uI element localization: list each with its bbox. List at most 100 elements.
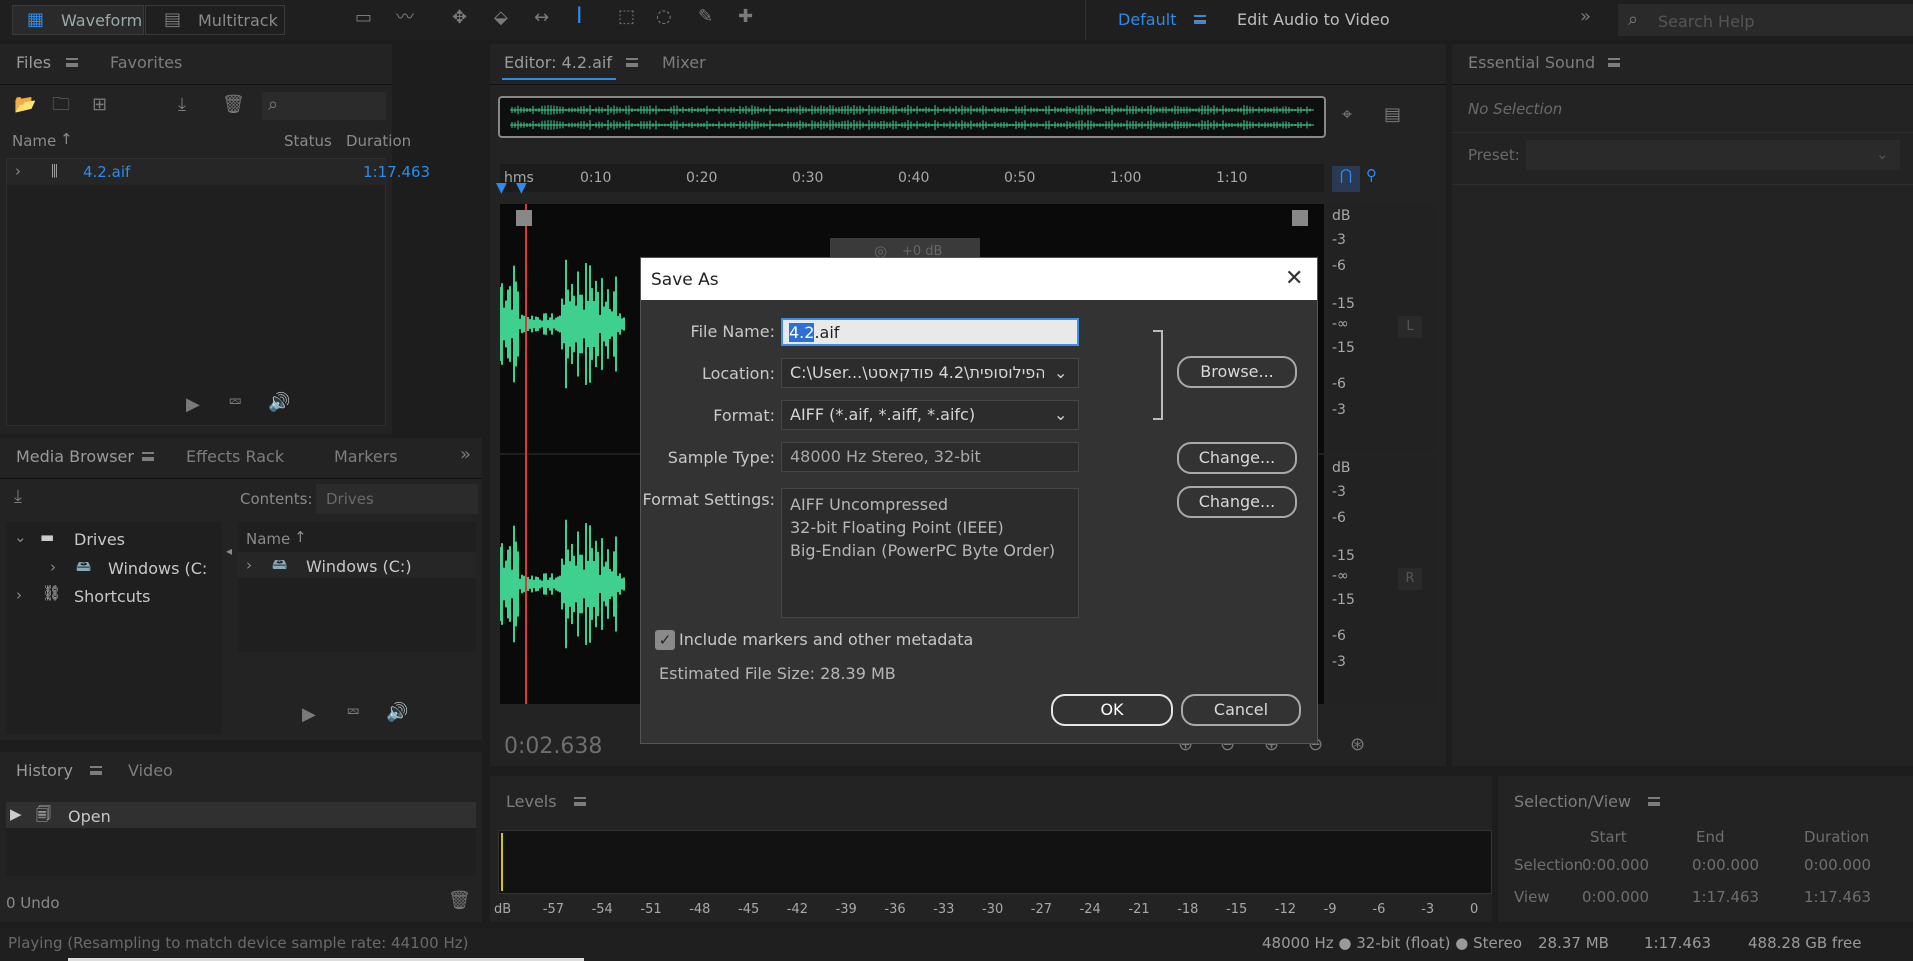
spectral-pitch-icon[interactable]: 〰 xyxy=(396,9,414,27)
open-append-icon[interactable]: 🗀 xyxy=(52,96,70,114)
preset-dropdown[interactable]: ⌄ xyxy=(1526,140,1900,170)
resize-handle[interactable]: ◂ xyxy=(226,544,232,558)
dialog-titlebar[interactable]: Save As ✕ xyxy=(641,258,1317,300)
spot-healing-icon[interactable]: ✚ xyxy=(738,8,753,26)
playhead-marker[interactable]: ▼ xyxy=(496,180,507,196)
tab-mixer[interactable]: Mixer xyxy=(662,53,706,72)
channel-l-button[interactable]: L xyxy=(1398,316,1422,338)
selection-view-menu-icon[interactable] xyxy=(1648,797,1660,806)
open-file-icon[interactable]: 📂 xyxy=(14,96,36,114)
loop-icon[interactable]: ⮹ xyxy=(346,704,360,722)
import-icon[interactable]: ⤓ xyxy=(178,96,186,114)
contents-dropdown[interactable]: Drives xyxy=(316,484,478,514)
loop-icon[interactable]: ⮹ xyxy=(228,394,242,412)
expand-chevron-icon[interactable]: › xyxy=(15,162,21,180)
tab-video[interactable]: Video xyxy=(128,761,173,780)
sel-end[interactable]: 0:00.000 xyxy=(1692,856,1759,874)
include-markers-label[interactable]: Include markers and other metadata xyxy=(679,630,973,649)
marker-pin-icon[interactable]: ⚲ xyxy=(1366,166,1377,184)
fade-in-handle[interactable] xyxy=(516,210,532,226)
history-item[interactable]: ▶ 🗐 Open xyxy=(6,802,476,828)
tab-files[interactable]: Files xyxy=(16,53,51,72)
multitrack-button[interactable]: ▤ Multitrack xyxy=(145,5,285,35)
overview-bar[interactable] xyxy=(498,96,1326,138)
essential-sound-menu-icon[interactable] xyxy=(1608,58,1620,67)
include-markers-checkbox[interactable]: ✓ xyxy=(655,630,675,650)
spectral-frequency-icon[interactable]: ▭ xyxy=(355,9,372,27)
selection-view-title[interactable]: Selection/View xyxy=(1514,792,1631,811)
tree-collapse-icon[interactable]: ⌄ xyxy=(14,528,27,546)
browse-button[interactable]: Browse... xyxy=(1177,356,1297,388)
sel-duration[interactable]: 0:00.000 xyxy=(1804,856,1871,874)
playhead-marker[interactable]: ▼ xyxy=(516,180,527,196)
panel-options-icon[interactable]: ▤ xyxy=(1384,106,1401,124)
cancel-button[interactable]: Cancel xyxy=(1181,694,1301,726)
ok-button[interactable]: OK xyxy=(1051,694,1173,726)
tab-effects-rack[interactable]: Effects Rack xyxy=(186,447,284,466)
col-status-header[interactable]: Status xyxy=(284,132,332,150)
list-item[interactable]: › 🖴 Windows (C:) xyxy=(238,552,476,578)
workspace-menu-icon[interactable] xyxy=(1194,15,1206,24)
tab-media-browser[interactable]: Media Browser xyxy=(16,447,134,466)
time-display[interactable]: 0:02.638 xyxy=(504,734,602,759)
tree-shortcuts[interactable]: Shortcuts xyxy=(74,587,150,606)
format-dropdown[interactable]: AIFF (*.aif, *.aiff, *.aifc) ⌄ xyxy=(781,400,1079,430)
delete-icon[interactable]: 🗑 xyxy=(222,96,245,114)
channel-r-button[interactable]: R xyxy=(1398,568,1422,590)
tab-history[interactable]: History xyxy=(16,761,73,780)
tree-expand-icon[interactable]: › xyxy=(246,556,252,574)
snap-magnet-icon[interactable]: ⋂ xyxy=(1332,166,1360,192)
file-row[interactable]: › ⫼ 4.2.aif 1:17.463 xyxy=(7,159,430,185)
tree-windows[interactable]: Windows (C: xyxy=(108,559,207,578)
delete-icon[interactable]: 🗑 xyxy=(448,892,471,910)
time-selection-tool-icon[interactable]: I xyxy=(576,6,583,28)
marquee-tool-icon[interactable]: ⬚ xyxy=(618,8,635,26)
import-icon[interactable]: ⤓ xyxy=(14,488,22,506)
tree-expand-icon[interactable]: › xyxy=(50,558,56,576)
view-start[interactable]: 0:00.000 xyxy=(1582,888,1649,906)
change-sample-type-button[interactable]: Change... xyxy=(1177,442,1297,474)
search-help-field[interactable]: ⌕ Search Help xyxy=(1618,4,1913,36)
col-duration-header[interactable]: Duration xyxy=(346,132,411,150)
close-icon[interactable]: ✕ xyxy=(1285,266,1303,291)
view-end[interactable]: 1:17.463 xyxy=(1692,888,1759,906)
location-dropdown[interactable]: C:\User...\ומשנתו הפילוסופית\4.2 פודקאסט… xyxy=(781,358,1079,388)
media-browser-menu-icon[interactable] xyxy=(142,452,154,461)
overflow-chevron-icon[interactable]: » xyxy=(460,446,471,464)
new-file-icon[interactable]: ⊞ xyxy=(92,96,107,114)
files-search-field[interactable]: ⌕ xyxy=(262,92,386,120)
levels-title[interactable]: Levels xyxy=(506,792,557,811)
view-duration[interactable]: 1:17.463 xyxy=(1804,888,1871,906)
tab-markers[interactable]: Markers xyxy=(334,447,398,466)
tree-drives[interactable]: Drives xyxy=(74,530,125,549)
sel-start[interactable]: 0:00.000 xyxy=(1582,856,1649,874)
change-format-settings-button[interactable]: Change... xyxy=(1177,486,1297,518)
autoplay-speaker-icon[interactable]: 🔊 xyxy=(268,394,290,412)
play-icon[interactable]: ▶ xyxy=(302,706,316,724)
essential-sound-title[interactable]: Essential Sound xyxy=(1468,53,1595,72)
lasso-tool-icon[interactable]: ◌ xyxy=(656,8,672,26)
tab-favorites[interactable]: Favorites xyxy=(110,53,182,72)
slip-tool-icon[interactable]: ↔ xyxy=(534,9,549,27)
overflow-chevron-icon[interactable]: » xyxy=(1580,8,1591,26)
autoplay-speaker-icon[interactable]: 🔊 xyxy=(386,704,408,722)
history-menu-icon[interactable] xyxy=(90,766,102,775)
files-menu-icon[interactable] xyxy=(66,58,78,67)
time-ruler[interactable]: hms 0:10 0:20 0:30 0:40 0:50 1:00 1:10 ▼… xyxy=(496,164,1324,196)
move-tool-icon[interactable]: ✥ xyxy=(452,9,467,27)
levels-menu-icon[interactable] xyxy=(574,797,586,806)
zoom-full-icon[interactable]: ⊛ xyxy=(1350,736,1365,754)
file-name-input[interactable]: 4.2.aif xyxy=(781,318,1079,346)
fade-out-handle[interactable] xyxy=(1292,210,1308,226)
workspace-edit-audio-to-video[interactable]: Edit Audio to Video xyxy=(1237,10,1390,29)
zoom-to-selection-icon[interactable]: ⌖ xyxy=(1342,106,1352,124)
workspace-default[interactable]: Default xyxy=(1118,10,1176,29)
tab-editor[interactable]: Editor: 4.2.aif xyxy=(504,53,612,72)
tree-expand-icon[interactable]: › xyxy=(16,586,22,604)
brush-tool-icon[interactable]: ✎ xyxy=(698,8,713,26)
editor-menu-icon[interactable] xyxy=(626,58,638,67)
razor-tool-icon[interactable]: ⬙ xyxy=(494,9,508,27)
col-name-header[interactable]: Name xyxy=(246,530,290,548)
play-icon[interactable]: ▶ xyxy=(186,396,200,414)
col-name-header[interactable]: Name xyxy=(12,132,56,150)
